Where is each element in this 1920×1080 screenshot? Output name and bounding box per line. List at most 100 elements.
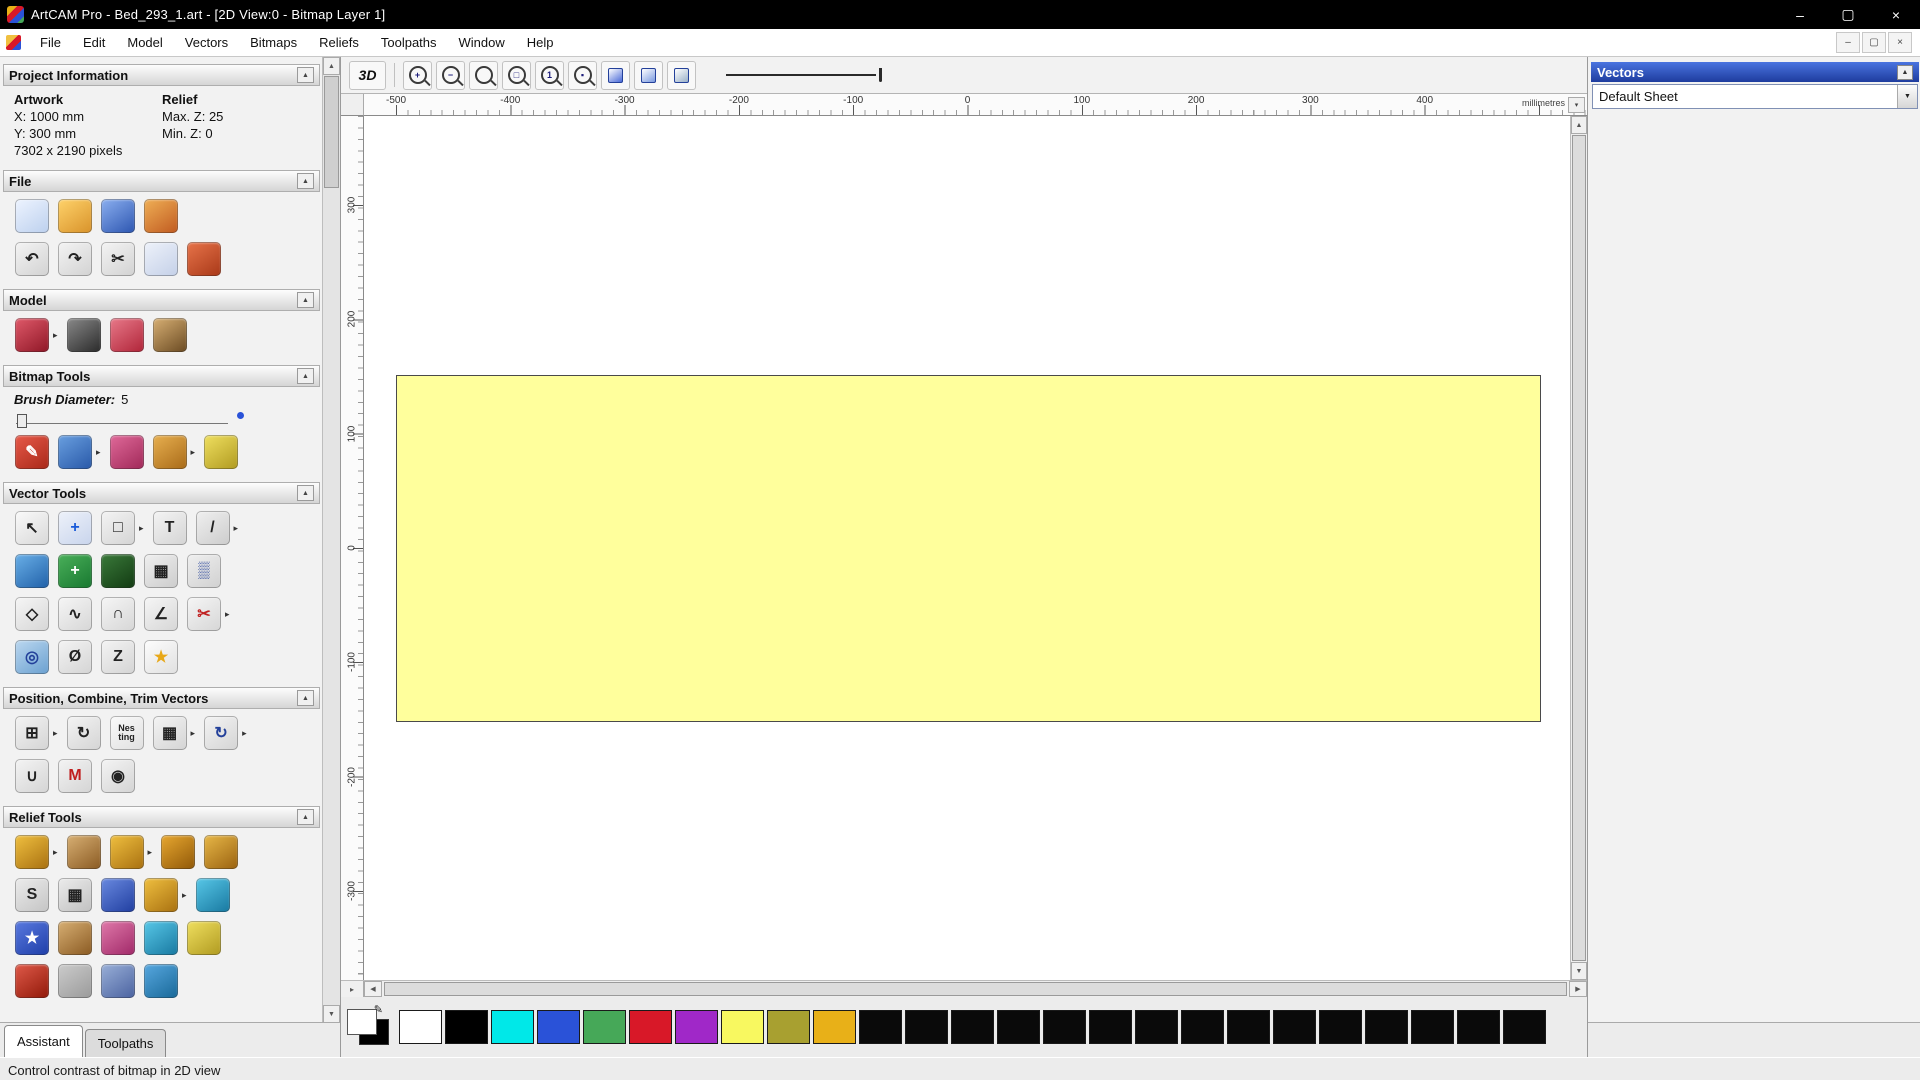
redo-icon[interactable]: ↷ — [58, 242, 92, 276]
zoom-window-button[interactable]: □ — [502, 60, 531, 90]
colour-swatch-0[interactable] — [399, 1010, 442, 1044]
toggle-vectors-button[interactable] — [634, 60, 663, 90]
texture-model-icon[interactable] — [152, 318, 187, 352]
sheet-select[interactable]: Default Sheet ▼ — [1592, 84, 1918, 109]
pane-splitter[interactable]: ▸ — [341, 981, 364, 997]
flyout-arrow-icon[interactable]: ▸ — [225, 609, 230, 620]
scroll-right-icon[interactable]: ▶ — [1569, 981, 1587, 997]
colour-swatch-19[interactable] — [1273, 1010, 1316, 1044]
colour-swatch-3[interactable] — [537, 1010, 580, 1044]
brush-diameter-slider[interactable] — [16, 411, 244, 428]
pan-view-button[interactable] — [667, 60, 696, 90]
colour-swatch-4[interactable] — [583, 1010, 626, 1044]
spiral-icon[interactable]: ◉ — [101, 759, 135, 793]
colour-swatch-9[interactable] — [813, 1010, 856, 1044]
menu-bitmaps[interactable]: Bitmaps — [239, 29, 308, 56]
colour-swatch-5[interactable] — [629, 1010, 672, 1044]
colour-swatch-1[interactable] — [445, 1010, 488, 1044]
scroll-left-icon[interactable]: ◀ — [364, 981, 382, 997]
scroll-up-icon[interactable]: ▲ — [323, 57, 340, 75]
flyout-arrow-icon[interactable]: ▸ — [191, 447, 196, 458]
bitmap-to-vector-icon[interactable] — [101, 554, 135, 588]
join-vectors-icon[interactable]: ∪ — [15, 759, 49, 793]
collapse-section-icon[interactable]: ▲ — [297, 690, 314, 706]
save-model-icon[interactable] — [101, 199, 135, 233]
rotate-objects-icon[interactable]: ↻ — [66, 716, 101, 750]
colour-swatch-20[interactable] — [1319, 1010, 1362, 1044]
flyout-arrow-icon[interactable]: ▸ — [96, 447, 101, 458]
child-restore-button[interactable]: ▢ — [1862, 32, 1886, 53]
create-polyline-icon[interactable]: Z — [101, 640, 135, 674]
face-relief-icon[interactable] — [58, 964, 92, 998]
polyline-creation-icon[interactable]: ∠ — [144, 597, 178, 631]
close-button[interactable]: × — [1872, 0, 1920, 29]
colour-swatch-18[interactable] — [1227, 1010, 1270, 1044]
colour-swatch-7[interactable] — [721, 1010, 764, 1044]
collapse-section-icon[interactable]: ▲ — [297, 173, 314, 189]
shape-editor-icon[interactable] — [109, 318, 144, 352]
nesting-icon[interactable]: Nes ting — [109, 716, 144, 750]
colour-swatch-15[interactable] — [1089, 1010, 1132, 1044]
colour-palette-icon[interactable] — [58, 435, 92, 469]
horizontal-scrollbar[interactable]: ◀ ▶ — [364, 981, 1587, 997]
offset-vector-icon[interactable] — [15, 554, 49, 588]
collapse-section-icon[interactable]: ▲ — [297, 809, 314, 825]
colour-swatch-10[interactable] — [859, 1010, 902, 1044]
zoom-previous-button[interactable] — [469, 60, 498, 90]
menu-window[interactable]: Window — [448, 29, 516, 56]
create-circle-icon[interactable]: ◎ — [15, 640, 49, 674]
new-model-icon[interactable] — [15, 199, 49, 233]
assistant-scroll-thumb[interactable] — [324, 76, 339, 188]
menu-help[interactable]: Help — [516, 29, 565, 56]
measure-icon[interactable]: / — [195, 511, 230, 545]
zoom-fit-button[interactable]: ▪ — [568, 60, 597, 90]
copy-icon[interactable] — [144, 242, 178, 276]
morph-vectors-icon[interactable]: M — [58, 759, 92, 793]
menu-edit[interactable]: Edit — [72, 29, 116, 56]
cut-icon[interactable]: ✂ — [101, 242, 135, 276]
extrude-relief-icon[interactable] — [144, 878, 178, 912]
dome-relief-icon[interactable] — [101, 964, 135, 998]
tab-toolpaths[interactable]: Toolpaths — [84, 1029, 167, 1057]
bezier-editing-icon[interactable]: ∩ — [101, 597, 135, 631]
snap-grid-icon[interactable]: ▦ — [144, 554, 178, 588]
flyout-arrow-icon[interactable]: ▸ — [182, 890, 187, 901]
align-objects-icon[interactable]: ⊞ — [15, 716, 49, 750]
colour-swatch-6[interactable] — [675, 1010, 718, 1044]
two-rail-sweep-icon[interactable] — [204, 835, 239, 869]
bitmap-contrast-slider[interactable] — [726, 66, 886, 84]
vertical-scrollbar[interactable]: ▲ ▼ — [1570, 116, 1587, 980]
assistant-scrollbar[interactable]: ▲ ▼ — [322, 57, 340, 1023]
colour-swatch-12[interactable] — [951, 1010, 994, 1044]
wrap-relief-icon[interactable] — [58, 921, 92, 955]
block-copy-icon[interactable]: ▦ — [152, 716, 187, 750]
flyout-arrow-icon[interactable]: ▸ — [148, 847, 153, 858]
texture-relief-icon[interactable] — [161, 835, 196, 869]
bitmap-fill-icon[interactable] — [204, 435, 239, 469]
tab-assistant[interactable]: Assistant — [4, 1025, 83, 1057]
paste-relief-icon[interactable] — [101, 921, 135, 955]
colour-swatch-21[interactable] — [1365, 1010, 1408, 1044]
colour-swatch-8[interactable] — [767, 1010, 810, 1044]
menu-reliefs[interactable]: Reliefs — [308, 29, 370, 56]
vertical-scroll-thumb[interactable] — [1572, 135, 1586, 961]
weave-wizard-icon[interactable]: ▦ — [58, 878, 92, 912]
scroll-down-icon[interactable]: ▼ — [1571, 962, 1587, 980]
flyout-arrow-icon[interactable]: ▸ — [53, 728, 58, 739]
undo-icon[interactable]: ↶ — [15, 242, 49, 276]
contrast-slider-handle[interactable] — [879, 68, 882, 82]
transform-vectors-icon[interactable]: + — [58, 511, 92, 545]
sculpt-relief-icon[interactable] — [109, 835, 144, 869]
zoom-1to1-button[interactable]: 1 — [535, 60, 564, 90]
collapse-section-icon[interactable]: ▲ — [297, 292, 314, 308]
ruler-options-icon[interactable]: ▾ — [1568, 97, 1585, 113]
colour-swatch-23[interactable] — [1457, 1010, 1500, 1044]
minimize-button[interactable]: – — [1776, 0, 1824, 29]
colour-swatch-22[interactable] — [1411, 1010, 1454, 1044]
create-text-icon[interactable]: T — [152, 511, 187, 545]
rotate-copy-icon[interactable]: ↻ — [204, 716, 239, 750]
collapse-section-icon[interactable]: ▲ — [297, 67, 314, 83]
scroll-up-icon[interactable]: ▲ — [1571, 116, 1587, 134]
menu-vectors[interactable]: Vectors — [174, 29, 239, 56]
flyout-arrow-icon[interactable]: ▸ — [191, 728, 196, 739]
